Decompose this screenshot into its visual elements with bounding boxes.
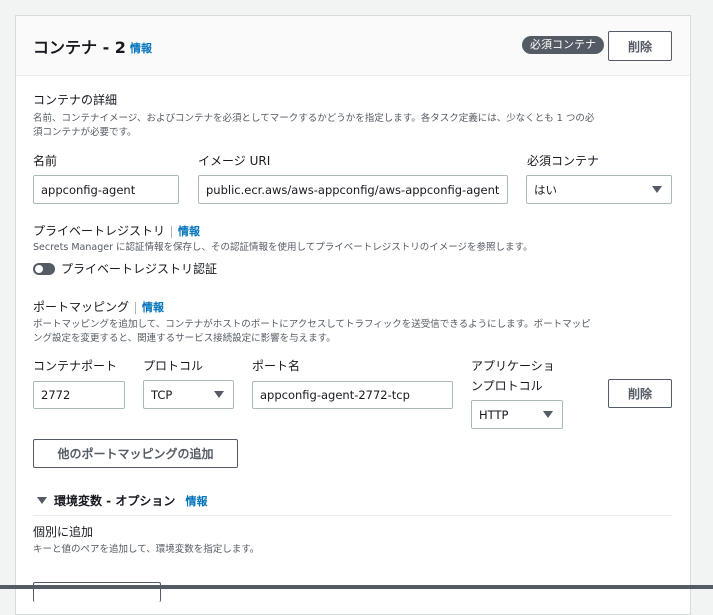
delete-container-button[interactable]: 削除	[608, 31, 672, 61]
port-name-label: ポート名	[252, 359, 301, 373]
essential-select-value: はい	[534, 182, 557, 197]
protocol-select-value: TCP	[151, 387, 173, 402]
port-mapping-title: ポートマッピング 情報	[33, 298, 164, 315]
section-divider	[33, 515, 672, 516]
individual-add-title: 個別に追加	[33, 525, 94, 539]
image-uri-input[interactable]: public.ecr.aws/aws-appconfig/aws-appconf…	[198, 175, 508, 204]
protocol-select[interactable]: TCP	[143, 380, 234, 409]
private-registry-desc: Secrets Manager に認証情報を保存し、その認証情報を使用してプライ…	[33, 242, 533, 253]
essential-container-badge: 必須コンテナ	[522, 36, 604, 54]
container-details-desc-1: 名前、コンテナイメージ、およびコンテナを必須としてマークするかどうかを指定します…	[33, 113, 595, 124]
expand-caret-icon[interactable]	[37, 497, 47, 504]
protocol-label: プロトコル	[143, 359, 204, 373]
env-vars-title-text: 環境変数 - オプション	[54, 494, 176, 508]
port-mapping-desc-2: ング設定を変更すると、関連するサービス接続設定に影響を与えます。	[33, 333, 336, 344]
name-input-value: appconfig-agent	[41, 182, 136, 197]
image-uri-value: public.ecr.aws/aws-appconfig/aws-appconf…	[206, 182, 500, 197]
add-port-mapping-button[interactable]: 他のポートマッピングの追加	[33, 439, 238, 468]
env-vars-info-link[interactable]: 情報	[186, 495, 208, 508]
divider	[171, 225, 173, 238]
chevron-down-icon	[652, 186, 662, 193]
essential-label: 必須コンテナ	[527, 154, 600, 168]
add-port-mapping-label: 他のポートマッピングの追加	[57, 447, 214, 461]
port-name-input[interactable]: appconfig-agent-2772-tcp	[252, 381, 453, 409]
chevron-down-icon	[214, 391, 224, 398]
private-registry-title: プライベートレジストリ 情報	[33, 222, 200, 239]
name-input[interactable]: appconfig-agent	[33, 175, 179, 204]
delete-port-mapping-label: 削除	[627, 387, 652, 401]
app-protocol-select[interactable]: HTTP	[471, 400, 563, 429]
delete-container-label: 削除	[627, 39, 652, 54]
container-title: コンテナ - 2	[33, 38, 126, 57]
app-protocol-label-2: ンプロトコル	[471, 379, 543, 393]
port-mapping-info-link[interactable]: 情報	[142, 301, 164, 314]
card-header: コンテナ - 2 情報 必須コンテナ 削除	[16, 16, 690, 76]
name-label: 名前	[33, 154, 58, 168]
container-port-value: 2772	[41, 388, 71, 402]
container-details-title: コンテナの詳細	[33, 93, 118, 107]
delete-port-mapping-button[interactable]: 削除	[608, 379, 672, 408]
essential-select[interactable]: はい	[526, 175, 672, 204]
private-registry-info-link[interactable]: 情報	[178, 225, 200, 238]
port-mapping-desc-1: ポートマッピングを追加して、コンテナがホストのポートにアクセスしてトラフィックを…	[33, 319, 591, 330]
divider	[135, 301, 137, 314]
private-registry-toggle[interactable]	[33, 263, 55, 275]
container-port-input[interactable]: 2772	[33, 381, 125, 409]
app-protocol-select-value: HTTP	[479, 407, 509, 422]
image-uri-label: イメージ URI	[198, 154, 271, 168]
port-name-value: appconfig-agent-2772-tcp	[260, 388, 410, 402]
port-mapping-title-text: ポートマッピング	[33, 300, 130, 314]
container-details-desc-2: 須コンテナが必要です。	[33, 127, 137, 138]
toggle-knob	[35, 265, 43, 273]
container-port-label: コンテナポート	[33, 359, 118, 373]
private-registry-title-text: プライベートレジストリ	[33, 224, 166, 238]
chevron-down-icon	[543, 411, 553, 418]
bottom-bar	[0, 585, 713, 589]
app-protocol-label-1: アプリケーショ	[471, 359, 555, 373]
individual-add-desc: キーと値のペアを追加して、環境変数を指定します。	[33, 544, 260, 555]
container-info-link[interactable]: 情報	[130, 40, 152, 56]
private-registry-toggle-label: プライベートレジストリ認証	[61, 262, 218, 276]
env-vars-title[interactable]: 環境変数 - オプション 情報	[54, 492, 208, 509]
